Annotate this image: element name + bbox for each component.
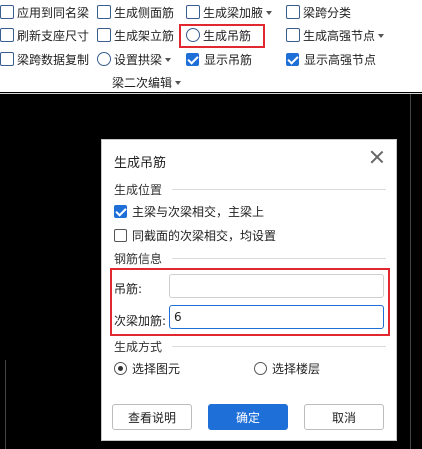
refresh-support-icon: [0, 28, 14, 42]
refresh-support-button[interactable]: 刷新支座尺寸: [0, 25, 89, 45]
ribbon-toolbar: 应用到同名梁 生成侧面筋 生成梁加腋 梁跨分类 刷新支座尺寸 生成架立筋 生成吊…: [0, 0, 422, 92]
show-high-strength-checkbox[interactable]: 显示高强节点: [286, 49, 376, 69]
arch-beam-button[interactable]: 设置拱梁: [97, 49, 172, 69]
show-hanger-checkbox[interactable]: 显示吊筋: [186, 49, 252, 69]
radio-selected-icon: [114, 362, 127, 375]
section-method-label: 生成方式: [114, 340, 163, 354]
checkbox-checked-icon: [286, 52, 299, 66]
canvas-edge-line: [410, 94, 411, 449]
erection-rebar-button[interactable]: 生成架立筋: [97, 25, 174, 45]
span-classify-icon: [286, 5, 300, 19]
ribbon-group-label[interactable]: 梁二次编辑: [112, 72, 182, 92]
checkbox-unchecked-icon: [114, 229, 127, 242]
beam-haunch-icon: [186, 5, 200, 19]
checkbox-checked-icon: [186, 52, 199, 66]
side-rebar-icon: [97, 5, 111, 19]
side-rebar-button[interactable]: 生成侧面筋: [97, 2, 174, 22]
checkbox-checked-icon: [114, 205, 127, 218]
radio-unselected-icon: [254, 362, 267, 375]
beam-haunch-button[interactable]: 生成梁加腋: [186, 2, 273, 22]
span-classify-button[interactable]: 梁跨分类: [286, 2, 351, 22]
chevron-down-icon: [266, 10, 273, 15]
cancel-button[interactable]: 取消: [304, 404, 384, 430]
erection-rebar-icon: [97, 28, 111, 42]
chevron-down-icon: [165, 57, 172, 62]
copy-span-data-button[interactable]: 梁跨数据复制: [0, 49, 89, 69]
section-divider: [172, 346, 386, 347]
section-divider: [172, 258, 386, 259]
help-button[interactable]: 查看说明: [112, 404, 192, 430]
close-icon[interactable]: [370, 150, 384, 164]
section-rebar-label: 钢筋信息: [114, 252, 163, 266]
generate-hanger-dialog: 生成吊筋 生成位置 主梁与次梁相交，主梁上 同截面的次梁相交，均设置 钢筋信息 …: [101, 139, 397, 441]
canvas-edge-line: [5, 360, 6, 449]
chevron-down-icon: [175, 80, 182, 85]
ok-button[interactable]: 确定: [208, 404, 288, 430]
apply-same-name-button[interactable]: 应用到同名梁: [0, 2, 89, 22]
arch-beam-icon: [97, 52, 111, 66]
radio-select-element[interactable]: 选择图元: [114, 360, 180, 377]
section-position-label: 生成位置: [114, 183, 163, 197]
rebar-info-highlight: [110, 268, 390, 336]
apply-same-name-icon: [0, 5, 14, 19]
dialog-title: 生成吊筋: [114, 156, 167, 171]
copy-span-data-icon: [0, 52, 14, 66]
radio-select-floor[interactable]: 选择楼层: [254, 360, 320, 377]
high-strength-node-icon: [286, 28, 300, 42]
high-strength-node-button[interactable]: 生成高强节点: [286, 25, 385, 45]
chevron-down-icon: [378, 33, 385, 38]
section-divider: [172, 189, 386, 190]
option-same-section-checkbox[interactable]: 同截面的次梁相交，均设置: [114, 227, 276, 244]
hanger-rebar-highlight: [179, 24, 265, 48]
option-main-sub-checkbox[interactable]: 主梁与次梁相交，主梁上: [114, 203, 264, 220]
